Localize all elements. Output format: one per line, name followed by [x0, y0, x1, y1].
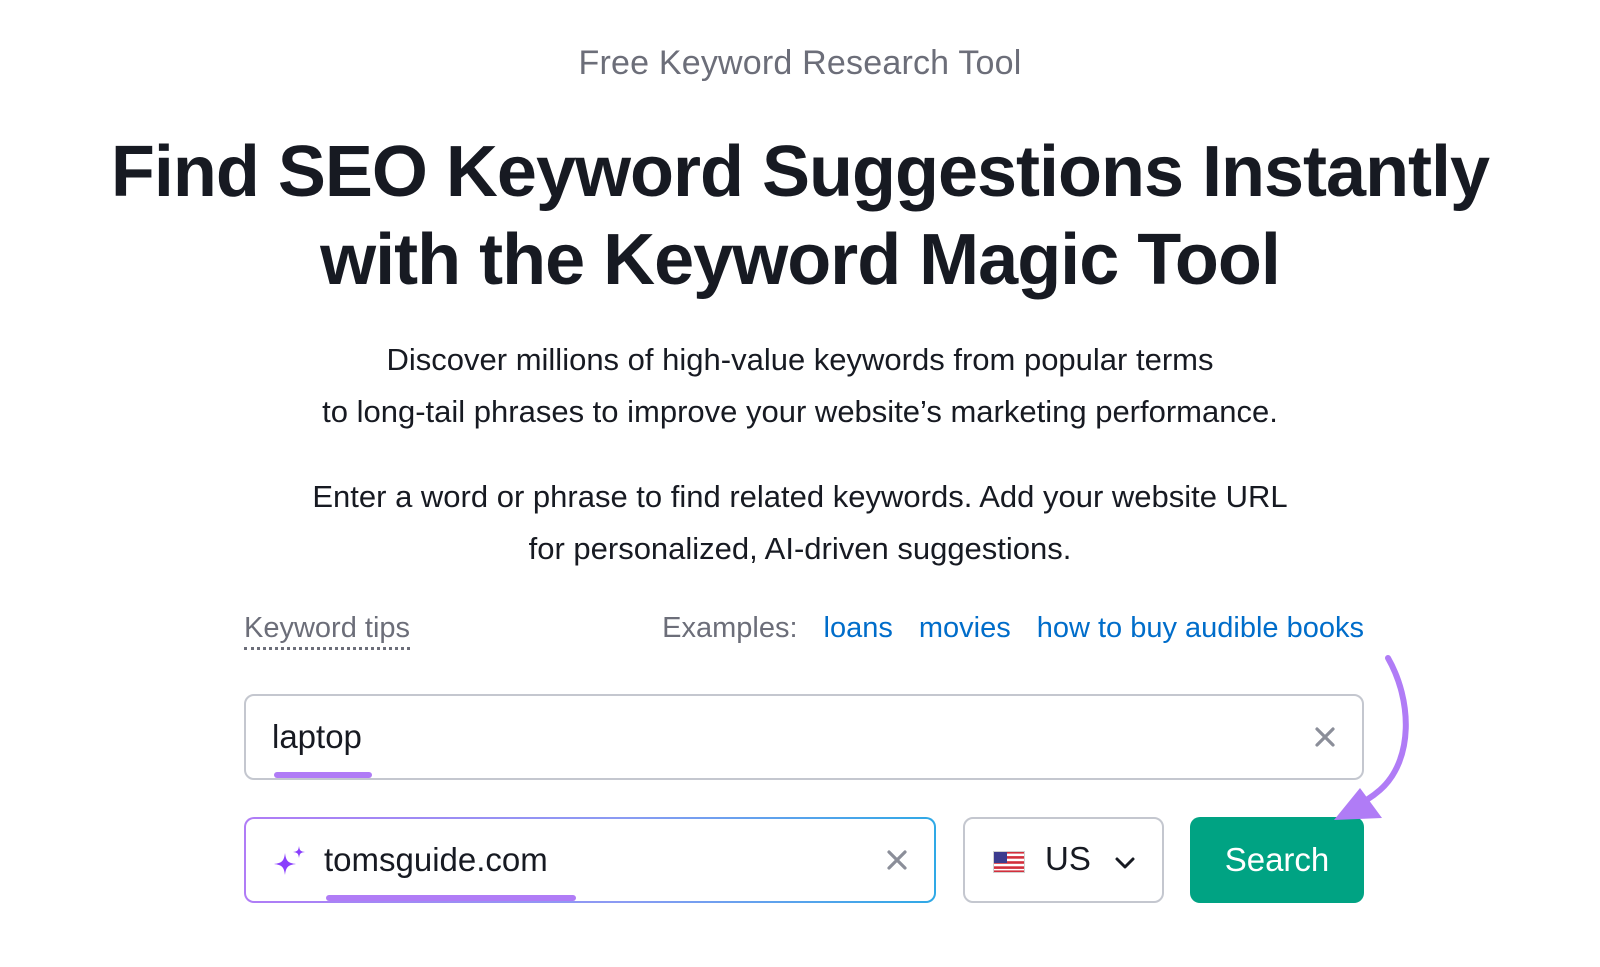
keyword-clear-button[interactable]: [1310, 722, 1340, 752]
page-title: Find SEO Keyword Suggestions Instantly w…: [0, 128, 1600, 304]
eyebrow-label: Free Keyword Research Tool: [578, 44, 1022, 82]
examples-list: Examples: loans movies how to buy audibl…: [662, 612, 1364, 645]
keyword-tips-link[interactable]: Keyword tips: [244, 612, 411, 650]
keyword-field: [244, 694, 1364, 780]
page-title-line-2: with the Keyword Magic Tool: [320, 220, 1281, 300]
country-select[interactable]: US: [963, 817, 1164, 903]
page-title-line-1: Find SEO Keyword Suggestions Instantly: [110, 132, 1490, 212]
country-label: US: [1045, 840, 1091, 877]
search-button[interactable]: Search: [1190, 817, 1364, 903]
keyword-tool-page: Free Keyword Research Tool Find SEO Keyw…: [0, 0, 1600, 967]
domain-field: [244, 817, 936, 903]
example-link-movies[interactable]: movies: [919, 612, 1011, 645]
examples-label: Examples:: [662, 612, 798, 644]
instructions-line-2: for personalized, AI-driven suggestions.: [528, 531, 1072, 566]
domain-clear-button[interactable]: [882, 845, 912, 875]
example-link-audible-books[interactable]: how to buy audible books: [1037, 612, 1364, 645]
close-icon: [1315, 727, 1335, 747]
us-flag-icon: [993, 851, 1025, 873]
keyword-highlight-underline: [274, 772, 372, 778]
keyword-input[interactable]: [272, 714, 1252, 760]
instructions-line-1: Enter a word or phrase to find related k…: [312, 479, 1288, 514]
close-icon: [887, 850, 907, 870]
sparkle-icon: [274, 846, 305, 875]
domain-highlight-underline: [326, 895, 576, 901]
example-link-loans[interactable]: loans: [824, 612, 893, 645]
description-line-1: Discover millions of high-value keywords…: [386, 342, 1214, 377]
page-description: Discover millions of high-value keywords…: [0, 334, 1600, 438]
tips-row: Keyword tips Examples: loans movies how …: [244, 612, 1364, 656]
description-line-2: to long-tail phrases to improve your web…: [322, 394, 1278, 429]
chevron-down-icon: [1115, 857, 1135, 869]
page-instructions: Enter a word or phrase to find related k…: [0, 471, 1600, 575]
domain-input[interactable]: [324, 837, 844, 883]
